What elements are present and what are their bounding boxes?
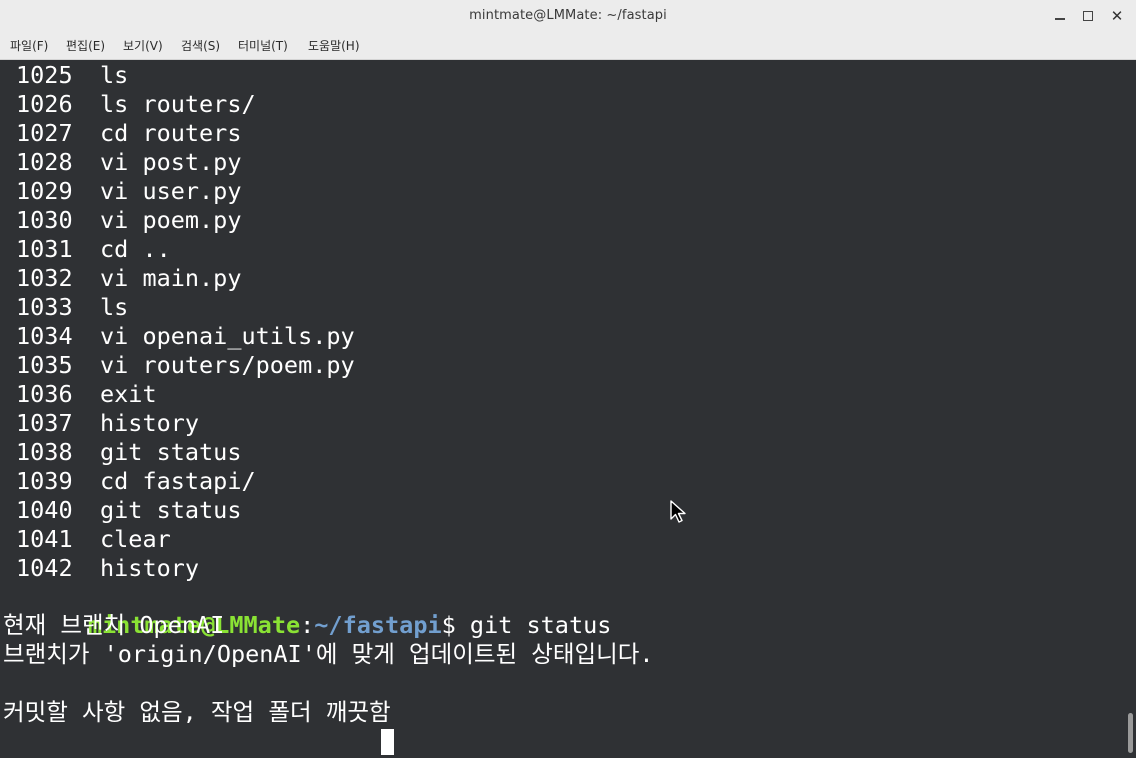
history-entry: 1033 ls (3, 293, 128, 322)
maximize-icon (1083, 11, 1093, 21)
menu-view[interactable]: 보기(V) (123, 37, 163, 54)
history-entry: 1032 vi main.py (3, 264, 241, 293)
history-number: 1039 (16, 467, 73, 495)
output-line: 커밋할 사항 없음, 작업 폴더 깨끗함 (3, 698, 391, 726)
history-command: ls (100, 293, 129, 321)
menu-bar: 파일(F) 편집(E) 보기(V) 검색(S) 터미널(T) 도움말(H) (0, 32, 1136, 60)
close-button[interactable]: ✕ (1107, 6, 1127, 26)
history-entry: 1040 git status (3, 496, 241, 525)
history-number: 1028 (16, 148, 73, 176)
close-icon: ✕ (1110, 7, 1124, 25)
active-prompt-line[interactable]: mintmate@LMMate:~/fastapi$ (3, 727, 470, 758)
history-entry: 1028 vi post.py (3, 148, 241, 177)
prompt-path: ~/fastapi (314, 611, 442, 639)
history-entry: 1031 cd .. (3, 235, 171, 264)
menu-terminal[interactable]: 터미널(T) (238, 37, 288, 54)
prompt-separator: : (300, 611, 315, 639)
history-entry: 1035 vi routers/poem.py (3, 351, 355, 380)
history-entry: 1039 cd fastapi/ (3, 467, 256, 496)
minimize-icon (1055, 18, 1065, 20)
history-number: 1042 (16, 554, 73, 582)
history-entry: 1037 history (3, 409, 199, 438)
history-number: 1030 (16, 206, 73, 234)
history-entry: 1026 ls routers/ (3, 90, 256, 119)
history-command: history (100, 554, 200, 582)
history-entry: 1036 exit (3, 380, 157, 409)
history-command: vi openai_utils.py (100, 322, 355, 350)
maximize-button[interactable] (1078, 6, 1098, 26)
scrollbar-thumb[interactable] (1128, 713, 1133, 753)
history-command: vi routers/poem.py (100, 351, 355, 379)
history-command: ls routers/ (100, 90, 256, 118)
prompt-line: mintmate@LMMate:~/fastapi$ git status (3, 582, 612, 639)
history-number: 1034 (16, 322, 73, 350)
history-entry: 1041 clear (3, 525, 171, 554)
history-number: 1032 (16, 264, 73, 292)
history-command: cd fastapi/ (100, 467, 256, 495)
mouse-pointer-icon (670, 500, 686, 523)
scrollbar[interactable] (1124, 60, 1136, 758)
history-command: history (100, 409, 200, 437)
history-number: 1025 (16, 61, 73, 89)
history-entry: 1042 history (3, 554, 199, 583)
history-number: 1041 (16, 525, 73, 553)
text-cursor (381, 729, 394, 755)
history-number: 1031 (16, 235, 73, 263)
history-number: 1038 (16, 438, 73, 466)
minimize-button[interactable] (1050, 6, 1070, 26)
menu-help[interactable]: 도움말(H) (308, 37, 360, 54)
history-command: vi main.py (100, 264, 242, 292)
history-number: 1037 (16, 409, 73, 437)
window-title: mintmate@LMMate: ~/fastapi (469, 8, 667, 23)
output-line: 현재 브랜치 OpenAI (3, 611, 225, 639)
history-command: git status (100, 438, 242, 466)
command-text: git status (469, 611, 612, 639)
history-number: 1035 (16, 351, 73, 379)
history-number: 1027 (16, 119, 73, 147)
history-number: 1029 (16, 177, 73, 205)
menu-search[interactable]: 검색(S) (181, 37, 220, 54)
terminal-window: mintmate@LMMate: ~/fastapi ✕ 파일(F) 편집(E)… (0, 0, 1136, 758)
history-command: ls (100, 61, 129, 89)
history-number: 1026 (16, 90, 73, 118)
history-command: clear (100, 525, 171, 553)
history-entry: 1038 git status (3, 438, 241, 467)
history-command: exit (100, 380, 157, 408)
history-command: vi user.py (100, 177, 242, 205)
output-line: 브랜치가 'origin/OpenAI'에 맞게 업데이트된 상태입니다. (3, 640, 654, 668)
history-entry: 1030 vi poem.py (3, 206, 241, 235)
terminal-output[interactable]: 1025 ls 1026 ls routers/1027 cd routers 1028 v… (0, 60, 1124, 758)
history-command: cd routers (100, 119, 242, 147)
history-command: vi post.py (100, 148, 242, 176)
history-number: 1036 (16, 380, 73, 408)
history-number: 1033 (16, 293, 73, 321)
history-command: vi poem.py (100, 206, 242, 234)
menu-edit[interactable]: 편집(E) (66, 37, 105, 54)
history-entry: 1027 cd routers (3, 119, 241, 148)
history-entry: 1034 vi openai_utils.py (3, 322, 355, 351)
history-entry: 1025 ls (3, 61, 128, 90)
history-command: git status (100, 496, 242, 524)
history-command: cd .. (100, 235, 171, 263)
title-bar[interactable]: mintmate@LMMate: ~/fastapi ✕ (0, 0, 1136, 32)
history-entry: 1029 vi user.py (3, 177, 241, 206)
history-number: 1040 (16, 496, 73, 524)
prompt-symbol: $ (441, 611, 470, 639)
menu-file[interactable]: 파일(F) (10, 37, 48, 54)
